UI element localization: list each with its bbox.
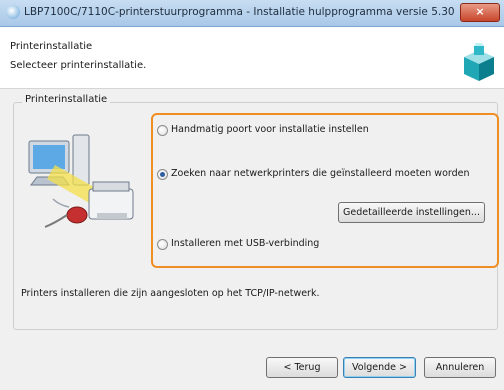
next-button[interactable]: Volgende >: [343, 357, 416, 378]
info-text: Printers installeren die zijn aangeslote…: [21, 288, 320, 299]
cancel-button[interactable]: Annuleren: [424, 357, 496, 378]
option-usb-label: Installeren met USB-verbinding: [171, 238, 320, 249]
group-label: Printerinstallatie: [22, 94, 111, 105]
installer-box-icon: [464, 43, 494, 81]
page-title: Printerinstallatie: [10, 41, 93, 52]
radio-network-search[interactable]: [157, 169, 168, 180]
radio-usb[interactable]: [157, 239, 168, 250]
detailed-settings-button[interactable]: Gedetailleerde instellingen...: [338, 202, 485, 223]
radio-manual-port[interactable]: [157, 125, 168, 136]
wizard-body: Printerinstallatie Handmatig poort voor …: [0, 89, 504, 390]
page-subtitle: Selecteer printerinstallatie.: [10, 60, 147, 71]
app-icon: [6, 5, 20, 19]
close-button[interactable]: ×: [460, 3, 500, 22]
window-title: LBP7100C/7110C-printerstuurprogramma - I…: [24, 6, 455, 18]
wizard-header: Printerinstallatie Selecteer printerinst…: [0, 27, 504, 89]
title-bar: LBP7100C/7110C-printerstuurprogramma - I…: [0, 0, 504, 27]
back-button[interactable]: < Terug: [266, 357, 338, 378]
computer-printer-illustration: [28, 134, 134, 228]
option-network-search-label: Zoeken naar netwerkprinters die geïnstal…: [171, 168, 470, 179]
option-manual-port-label: Handmatig poort voor installatie instell…: [171, 124, 369, 135]
